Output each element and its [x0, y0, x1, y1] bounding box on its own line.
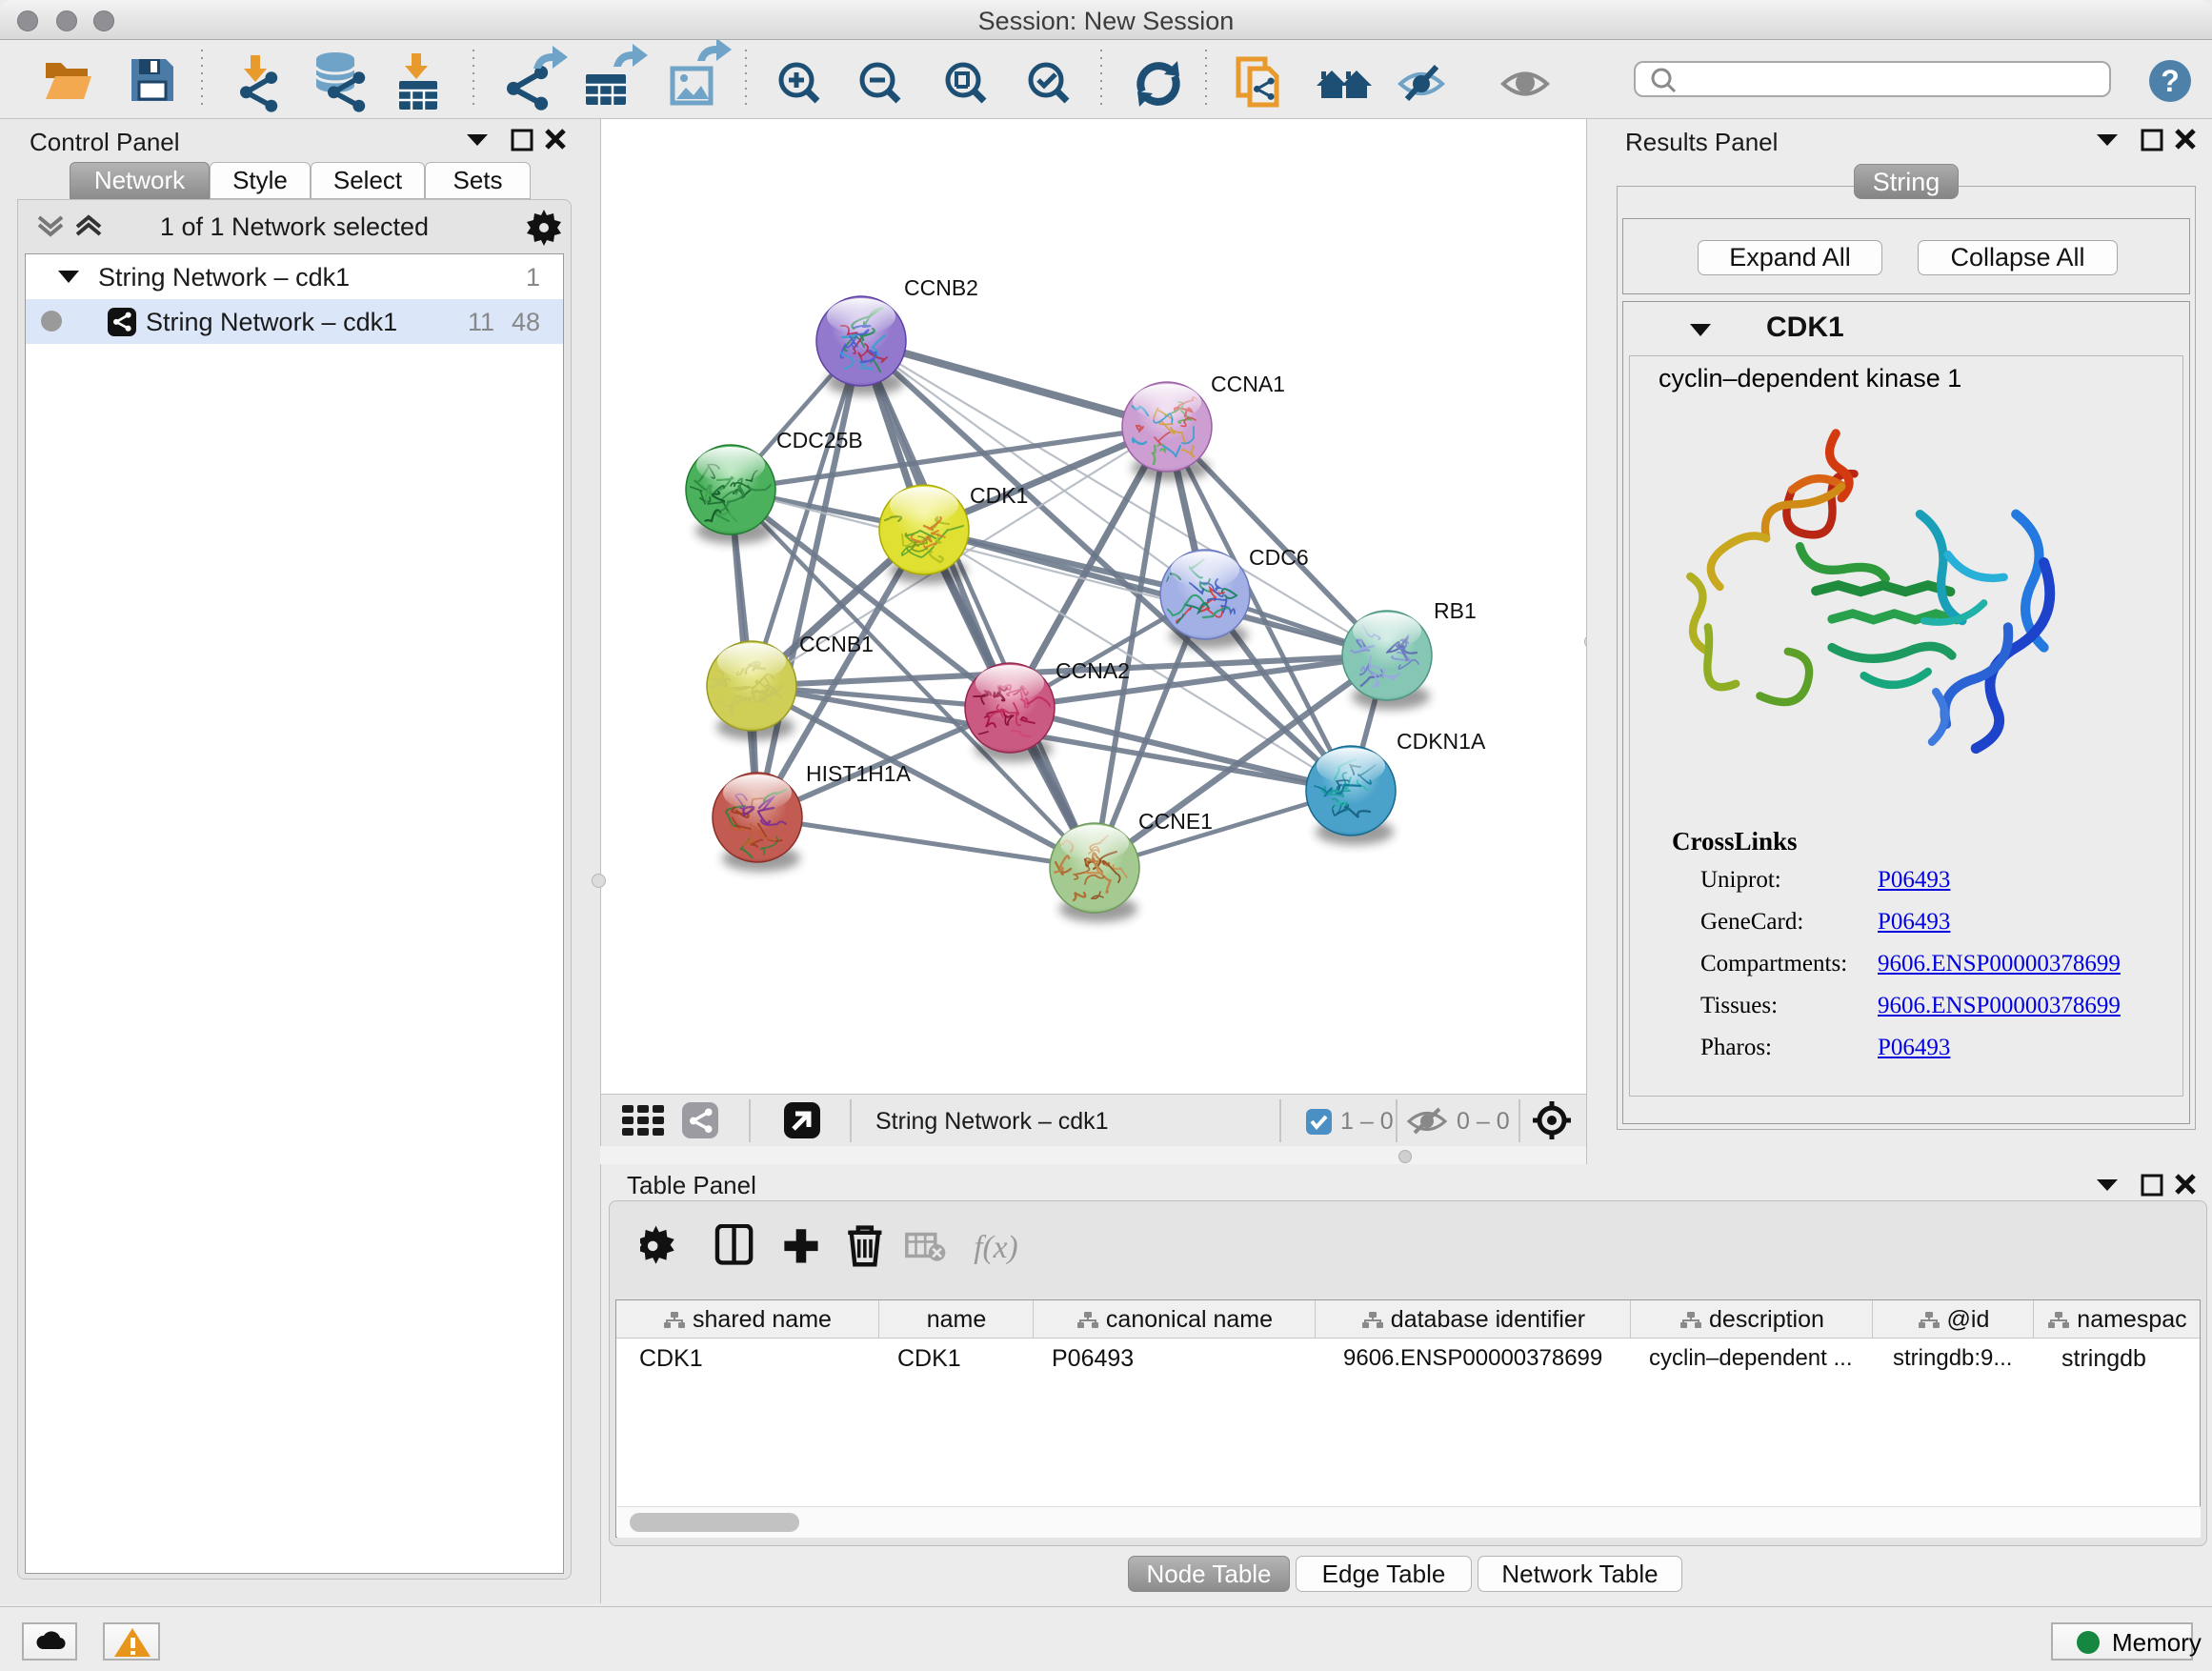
- svg-text:String Network – cdk1: String Network – cdk1: [875, 1108, 1109, 1135]
- svg-text:1 – 0: 1 – 0: [1340, 1108, 1394, 1135]
- svg-text:CDKN1A: CDKN1A: [1397, 729, 1486, 754]
- svg-text:CCNE1: CCNE1: [1138, 809, 1213, 834]
- svg-text:CCNA1: CCNA1: [1211, 372, 1285, 396]
- svg-text:CDC25B: CDC25B: [776, 428, 863, 453]
- svg-text:CDC6: CDC6: [1249, 545, 1309, 570]
- svg-text:CCNB1: CCNB1: [799, 632, 874, 656]
- svg-text:CDK1: CDK1: [970, 483, 1028, 508]
- svg-text:CCNA2: CCNA2: [1056, 658, 1130, 683]
- svg-text:?: ?: [2161, 64, 2180, 98]
- svg-text:CCNB2: CCNB2: [904, 275, 978, 300]
- svg-text:HIST1H1A: HIST1H1A: [806, 761, 912, 786]
- svg-text:RB1: RB1: [1434, 598, 1477, 623]
- svg-text:0 – 0: 0 – 0: [1457, 1108, 1510, 1135]
- svg-text:f(x): f(x): [974, 1230, 1017, 1265]
